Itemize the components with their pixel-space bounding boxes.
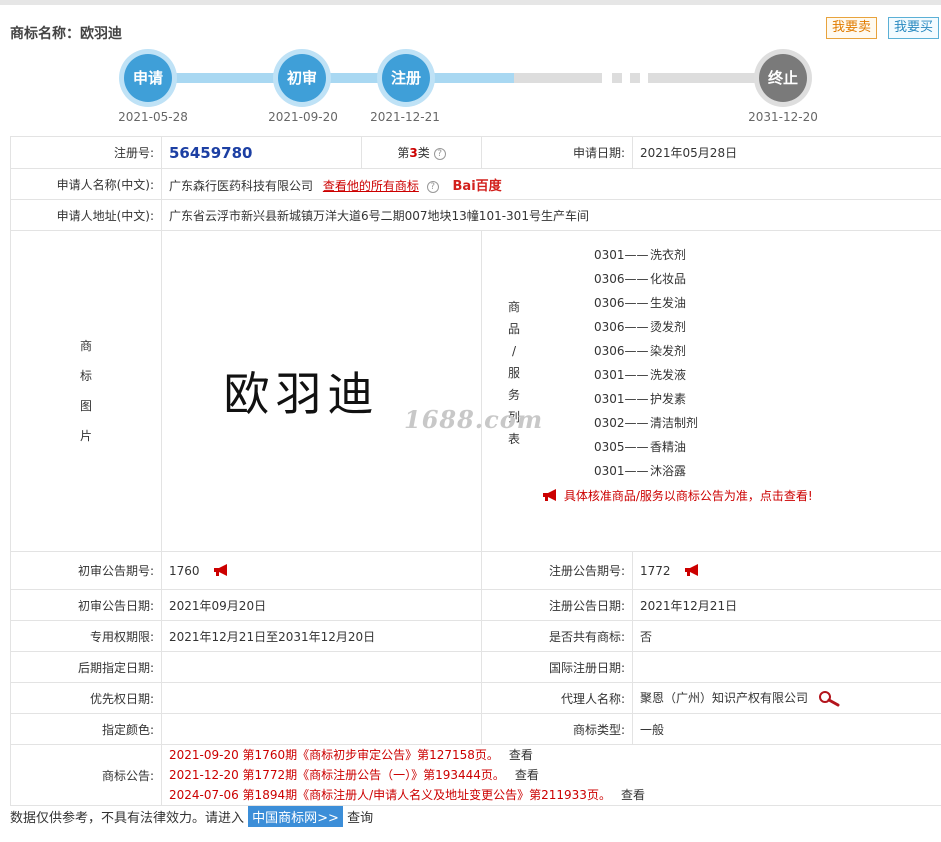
step-prelim: 初审 (273, 49, 331, 107)
megaphone-icon[interactable] (684, 563, 702, 576)
goods-notice-link[interactable]: 具体核准商品/服务以商标公告为准，点击查看! (542, 487, 813, 504)
apply-date: 2021年05月28日 (632, 136, 941, 169)
timeline-remaining (648, 73, 758, 83)
prelim-no: 1760 (169, 563, 200, 578)
prelim-date: 2021年09月20日 (161, 589, 482, 621)
all-trademarks-link[interactable]: 查看他的所有商标 (323, 179, 419, 193)
search-icon[interactable] (818, 691, 840, 707)
reg-ann-date: 2021年12月21日 (632, 589, 941, 621)
type-label: 商标类型: (481, 713, 633, 745)
prelim-no-label: 初审公告期号: (10, 551, 162, 590)
reg-ann-no-cell: 1772 (632, 551, 941, 590)
priority-date (161, 682, 482, 714)
prelim-date-label: 初审公告日期: (10, 589, 162, 621)
timeline-gap-dot (630, 73, 640, 83)
step-date: 2021-05-28 (118, 110, 188, 124)
list-item: 0305——香精油 (594, 439, 687, 454)
class-cell: 第3类 ? (361, 136, 482, 169)
step-terminate: 终止 (754, 49, 812, 107)
list-item: 2021-12-20 第1772期《商标注册公告（一）》第193444页。 查看 (169, 768, 539, 782)
prelim-no-cell: 1760 (161, 551, 482, 590)
color-label: 指定颜色: (10, 713, 162, 745)
applicant-address: 广东省云浮市新兴县新城镇万洋大道6号二期007地块13幢101-301号生产车间 (161, 199, 941, 231)
shared-label: 是否共有商标: (481, 620, 633, 652)
intl-date (632, 651, 941, 683)
sell-button[interactable]: 我要卖 (826, 17, 877, 39)
apply-date-label: 申请日期: (481, 136, 633, 169)
agent-name: 聚恩（广州）知识产权有限公司 (640, 691, 809, 705)
top-bar (0, 0, 941, 5)
mark-text: 欧羽迪 (223, 367, 380, 421)
list-item: 0301——洗衣剂 (594, 247, 687, 262)
cn-trademark-link[interactable]: 中国商标网>> (248, 806, 343, 827)
step-date: 2021-12-21 (370, 110, 440, 124)
intl-date-label: 国际注册日期: (481, 651, 633, 683)
step-date: 2031-12-20 (748, 110, 818, 124)
footer-suffix: 查询 (347, 811, 374, 826)
trademark-info-table: 注册号: 56459780 第3类 ? 申请日期: 2021年05月28日 申请… (10, 136, 941, 806)
announcements: 2021-09-20 第1760期《商标初步审定公告》第127158页。 查看 2… (161, 744, 941, 806)
megaphone-icon[interactable] (213, 563, 231, 576)
exclusive-label: 专用权期限: (10, 620, 162, 652)
footer: 数据仅供参考，不具有法律效力。请进入 中国商标网>> 查询 (10, 806, 373, 827)
reg-ann-date-label: 注册公告日期: (481, 589, 633, 621)
step-date: 2021-09-20 (268, 110, 338, 124)
reg-no-label: 注册号: (10, 136, 162, 169)
goods-list: 0301——洗衣剂 0306——化妆品 0306——生发油 0306——烫发剂 … (594, 243, 698, 483)
priority-label: 优先权日期: (10, 682, 162, 714)
reg-ann-no-label: 注册公告期号: (481, 551, 633, 590)
list-item: 0306——化妆品 (594, 271, 687, 286)
list-item: 0302——清洁制剂 (594, 415, 699, 430)
timeline-remaining (514, 73, 602, 83)
list-item: 0306——染发剂 (594, 343, 687, 358)
applicant-name: 广东森行医药科技有限公司 (169, 178, 314, 193)
view-announcement-link[interactable]: 查看 (515, 768, 539, 782)
disclaimer-text: 数据仅供参考，不具有法律效力。请进入 (10, 811, 245, 826)
megaphone-icon (543, 488, 556, 501)
reg-ann-no: 1772 (640, 563, 671, 578)
list-item: 0306——生发油 (594, 295, 687, 310)
timeline-progress (160, 73, 514, 83)
color-value (161, 713, 482, 745)
shared-value: 否 (632, 620, 941, 652)
goods-cell: 商 品 / 服 务 列 表 0301——洗衣剂 0306——化妆品 0306——… (481, 230, 941, 552)
baidu-logo-icon[interactable]: Bai百度 (453, 179, 502, 194)
list-item: 0301——洗发液 (594, 367, 687, 382)
exclusive-period: 2021年12月21日至2031年12月20日 (161, 620, 482, 652)
applicant-label: 申请人名称(中文): (10, 168, 162, 200)
later-date (161, 651, 482, 683)
address-label: 申请人地址(中文): (10, 199, 162, 231)
watermark: 1688.com (404, 405, 544, 434)
applicant-cell: 广东森行医药科技有限公司 查看他的所有商标 ? Bai百度 (161, 168, 941, 200)
type-value: 一般 (632, 713, 941, 745)
buy-button[interactable]: 我要买 (888, 17, 939, 39)
mark-image: 欧羽迪 (161, 230, 482, 552)
step-register: 注册 (377, 49, 435, 107)
reg-no-cell: 56459780 (161, 136, 362, 169)
later-date-label: 后期指定日期: (10, 651, 162, 683)
help-icon[interactable]: ? (433, 148, 446, 160)
announce-label: 商标公告: (10, 744, 162, 806)
list-item: 0301——沐浴露 (594, 463, 687, 478)
help-icon[interactable]: ? (426, 180, 439, 193)
class-number: 3 (409, 146, 418, 160)
reg-no: 56459780 (169, 143, 253, 162)
list-item: 2021-09-20 第1760期《商标初步审定公告》第127158页。 查看 (169, 748, 533, 762)
view-announcement-link[interactable]: 查看 (621, 788, 645, 802)
view-announcement-link[interactable]: 查看 (509, 748, 533, 762)
step-apply: 申请 (119, 49, 177, 107)
list-item: 0306——烫发剂 (594, 319, 687, 334)
page-title: 商标名称：欧羽迪 (10, 26, 122, 42)
mark-image-label: 商 标 图 片 (10, 230, 162, 552)
timeline-gap-dot (612, 73, 622, 83)
agent-cell: 聚恩（广州）知识产权有限公司 (632, 682, 941, 714)
agent-label: 代理人名称: (481, 682, 633, 714)
list-item: 2024-07-06 第1894期《商标注册人/申请人名义及地址变更公告》第21… (169, 788, 645, 802)
list-item: 0301——护发素 (594, 391, 687, 406)
